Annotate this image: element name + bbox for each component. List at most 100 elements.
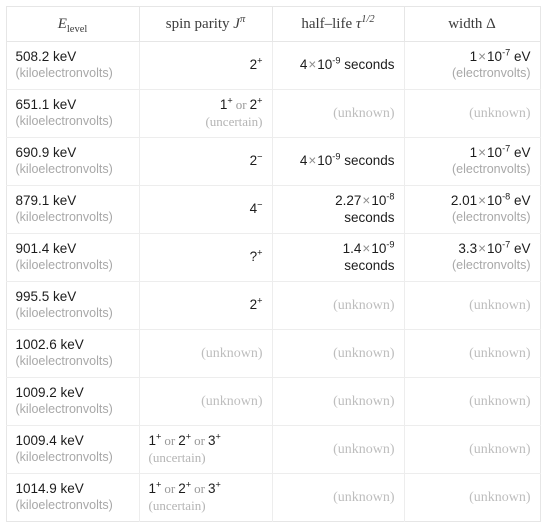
half-life-unknown: (unknown) bbox=[333, 297, 395, 313]
column-header-width: width Δ bbox=[404, 6, 540, 42]
energy-unit-note: (kiloelectronvolts) bbox=[15, 114, 113, 129]
cell-width: 2.01×10-8 eV (electronvolts) bbox=[404, 185, 540, 234]
width-unknown: (unknown) bbox=[469, 345, 531, 361]
unit: eV bbox=[513, 241, 531, 257]
cell-spin-parity: 1+ or 2+ (uncertain) bbox=[139, 89, 273, 138]
cell-width: (unknown) bbox=[404, 377, 540, 426]
cell-half-life: (unknown) bbox=[272, 329, 405, 378]
cell-spin-parity: ?+ bbox=[139, 233, 273, 282]
spin-option: 2+ bbox=[178, 431, 192, 449]
table-row: 651.1 keV (kiloelectronvolts) 1+ or 2+ (uncer… bbox=[6, 89, 540, 138]
width-value: 1×10-7 eV bbox=[414, 143, 531, 162]
cell-half-life: 4×10-9 seconds bbox=[272, 41, 405, 90]
cell-width: (unknown) bbox=[404, 473, 540, 522]
cell-spin-parity: 2+ bbox=[139, 41, 273, 90]
cell-half-life: (unknown) bbox=[272, 281, 405, 330]
spin-value: 2+ bbox=[249, 55, 263, 73]
base-ten: 10 bbox=[487, 145, 503, 161]
width-unknown: (unknown) bbox=[469, 489, 531, 505]
multiplication-sign: × bbox=[362, 240, 371, 256]
or-separator: or bbox=[194, 433, 205, 449]
spin-option: 2+ bbox=[249, 95, 263, 113]
cell-width: 1×10-7 eV (electronvolts) bbox=[404, 137, 540, 186]
exponent: -7 bbox=[502, 143, 511, 154]
spin-unknown: (unknown) bbox=[201, 393, 263, 409]
spin-option: 1+ bbox=[148, 479, 162, 497]
unit: eV bbox=[513, 193, 531, 209]
table-header: Elevel spin parity Jπ half–life τ1/2 wid… bbox=[6, 6, 540, 42]
width-unit-note: (electronvolts) bbox=[452, 258, 531, 273]
parity: + bbox=[257, 55, 263, 66]
parity: + bbox=[215, 431, 221, 442]
half-life-unknown: (unknown) bbox=[333, 441, 395, 457]
cell-spin-parity: 1+ or 2+ or 3+ (uncertain) bbox=[139, 473, 273, 522]
header-subscript-level: level bbox=[66, 23, 88, 35]
cell-energy: 901.4 keV (kiloelectronvolts) bbox=[6, 233, 140, 282]
base-ten: 10 bbox=[317, 57, 333, 73]
cell-half-life: 2.27×10-8 seconds bbox=[272, 185, 405, 234]
header-symbol-J: J bbox=[233, 15, 240, 32]
half-life-unknown: (unknown) bbox=[333, 489, 395, 505]
base-ten: 10 bbox=[317, 153, 333, 169]
parity: + bbox=[227, 95, 233, 106]
header-text-width: width bbox=[448, 15, 483, 32]
half-life-value: 4×10-9 seconds bbox=[282, 152, 395, 170]
half-life-value: 2.27×10-8 bbox=[282, 191, 395, 210]
width-unit-note: (electronvolts) bbox=[452, 210, 531, 225]
header-superscript-pi: π bbox=[239, 13, 246, 25]
parity: − bbox=[257, 151, 263, 162]
width-value: 1×10-7 eV bbox=[414, 48, 531, 66]
exponent: -9 bbox=[332, 55, 341, 66]
nuclear-levels-table-container: Elevel spin parity Jπ half–life τ1/2 wid… bbox=[0, 0, 546, 528]
spin-uncertain-note: (uncertain) bbox=[205, 113, 263, 129]
energy-value: 879.1 keV bbox=[15, 193, 77, 209]
energy-unit-note: (kiloelectronvolts) bbox=[15, 210, 113, 225]
nuclear-levels-table: Elevel spin parity Jπ half–life τ1/2 wid… bbox=[5, 6, 541, 522]
spin-options: 1+ or 2+ or 3+ bbox=[148, 479, 263, 498]
multiplication-sign: × bbox=[308, 153, 317, 169]
multiplication-sign: × bbox=[478, 49, 487, 65]
exponent: -8 bbox=[386, 191, 395, 202]
cell-spin-parity: 2− bbox=[139, 137, 273, 186]
table-body: 508.2 keV (kiloelectronvolts) 2+ 4×10-9 sec… bbox=[6, 41, 540, 522]
column-header-spin-parity: spin parity Jπ bbox=[139, 6, 273, 42]
cell-energy: 879.1 keV (kiloelectronvolts) bbox=[6, 185, 140, 234]
width-unknown: (unknown) bbox=[469, 393, 531, 409]
cell-half-life: 1.4×10-9 seconds bbox=[272, 233, 405, 282]
cell-half-life: (unknown) bbox=[272, 377, 405, 426]
or-separator: or bbox=[235, 97, 247, 113]
half-life-unit: seconds bbox=[344, 257, 395, 273]
energy-value: 1002.6 keV bbox=[15, 337, 84, 353]
spin-option: 2+ bbox=[178, 479, 192, 497]
parity: + bbox=[257, 295, 263, 306]
mantissa: 1 bbox=[469, 49, 478, 65]
half-life-value: 4×10-9 seconds bbox=[282, 55, 395, 74]
unit: seconds bbox=[344, 57, 395, 73]
spin-option: 3+ bbox=[207, 479, 221, 497]
mantissa: 1.4 bbox=[342, 240, 362, 256]
exponent: -9 bbox=[386, 239, 395, 250]
unit: eV bbox=[513, 145, 531, 161]
energy-unit-note: (kiloelectronvolts) bbox=[15, 162, 113, 177]
energy-unit-note: (kiloelectronvolts) bbox=[15, 402, 113, 417]
half-life-value: 1.4×10-9 bbox=[282, 239, 395, 258]
table-row: 879.1 keV (kiloelectronvolts) 4− 2.27×10-8 s… bbox=[6, 185, 540, 234]
spin-uncertain-note: (uncertain) bbox=[148, 449, 206, 465]
header-text-spin-parity: spin parity bbox=[165, 15, 230, 32]
base-ten: 10 bbox=[371, 240, 387, 256]
or-separator: or bbox=[164, 481, 176, 497]
header-symbol-E: E bbox=[57, 15, 67, 32]
multiplication-sign: × bbox=[478, 193, 487, 209]
half-life-unknown: (unknown) bbox=[333, 345, 395, 361]
energy-unit-note: (kiloelectronvolts) bbox=[15, 306, 113, 321]
cell-energy: 651.1 keV (kiloelectronvolts) bbox=[6, 89, 140, 138]
half-life-unit: seconds bbox=[344, 209, 395, 225]
energy-value: 1009.4 keV bbox=[15, 433, 84, 449]
header-row: Elevel spin parity Jπ half–life τ1/2 wid… bbox=[6, 6, 540, 42]
unit: eV bbox=[513, 49, 531, 65]
base-ten: 10 bbox=[487, 241, 503, 257]
width-unknown: (unknown) bbox=[469, 105, 531, 121]
half-life-unknown: (unknown) bbox=[333, 105, 395, 121]
energy-unit-note: (kiloelectronvolts) bbox=[15, 258, 113, 273]
cell-spin-parity: (unknown) bbox=[139, 329, 273, 378]
